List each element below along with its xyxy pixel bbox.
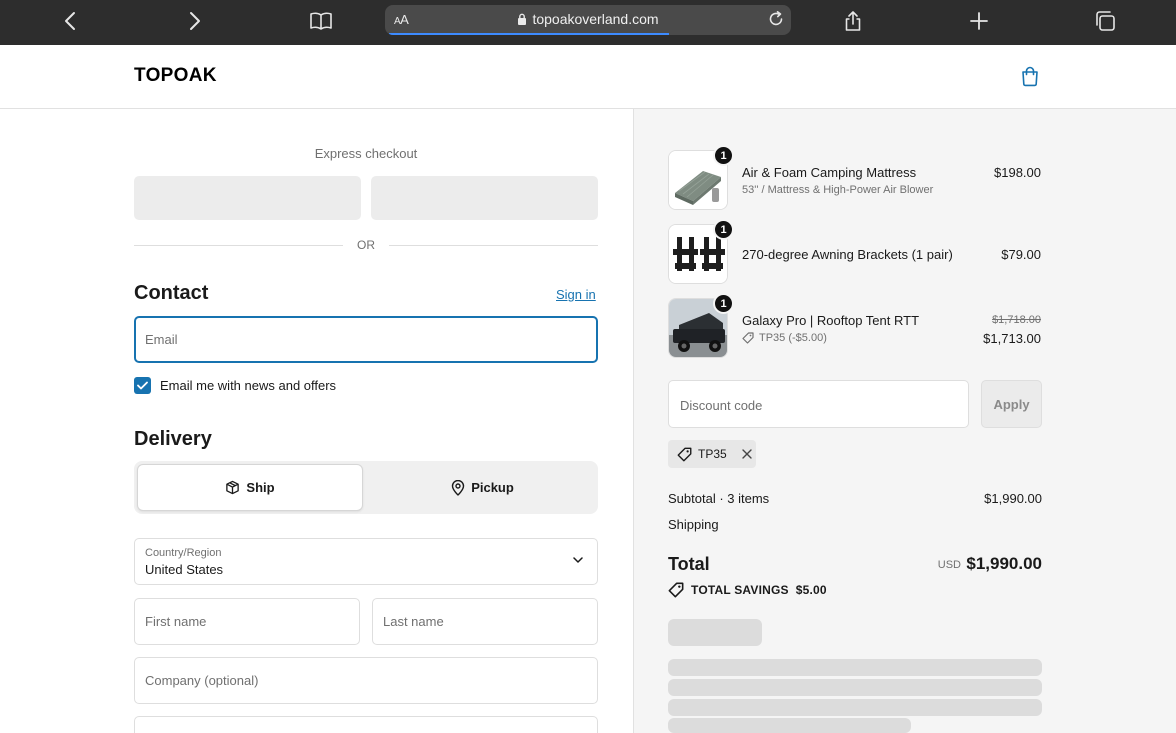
express-checkout-label: Express checkout [314,146,418,161]
page-load-progress [389,33,669,35]
pickup-option[interactable]: Pickup [370,464,595,511]
plus-icon [970,12,988,30]
last-name-field[interactable]: Last name [372,598,598,645]
country-select[interactable]: Country/Region United States [134,538,598,585]
email-field[interactable]: Email [134,316,598,363]
applied-code: TP35 [698,447,727,461]
delivery-method-toggle: Ship Pickup [134,461,598,514]
chevron-down-icon [573,557,583,563]
new-tab-button[interactable] [964,8,994,34]
chevron-left-icon [65,12,75,30]
ship-option[interactable]: Ship [137,464,363,511]
delivery-heading: Delivery [134,428,212,450]
item-name: Galaxy Pro | Rooftop Tent RTT [742,313,920,328]
item-original-price: $1,718.00 [992,314,1041,326]
first-name-field[interactable]: First name [134,598,360,645]
currency-code: USD [937,559,961,571]
lock-icon [518,13,527,25]
company-field[interactable]: Company (optional) [134,657,598,704]
divider-line-right [389,245,598,246]
tabs-icon [1096,11,1115,31]
subtotal-row: Subtotal · 3 items $1,990.00 [668,491,1042,506]
close-icon[interactable] [741,449,752,459]
email-placeholder: Email [145,332,178,347]
item-name: Air & Foam Camping Mattress [742,165,917,180]
quantity-badge: 1 [713,219,734,240]
express-pay-button-2[interactable] [371,176,598,220]
discount-code-field[interactable]: Discount code [668,380,969,428]
or-divider: OR [134,238,598,254]
address-field[interactable] [134,716,598,733]
news-opt-in-label[interactable]: Email me with news and offers [160,378,336,393]
tag-icon [677,447,692,461]
url-text: topoakoverland.com [532,11,659,27]
item-price: $79.00 [1001,247,1041,262]
subtotal-label: Subtotal · 3 items [668,491,770,506]
country-label: Country/Region [145,547,222,559]
item-price: $1,713.00 [983,331,1041,346]
reload-icon[interactable] [767,10,785,28]
tabs-button[interactable] [1090,8,1120,34]
chevron-right-icon [190,12,200,30]
sign-in-link[interactable]: Sign in [556,287,596,302]
item-name: 270-degree Awning Brackets (1 pair) [742,247,953,262]
savings-value: $5.00 [795,583,827,597]
apply-discount-button[interactable]: Apply [981,380,1042,428]
item-discount-text: TP35 (-$5.00) [759,332,827,344]
total-value: $1,990.00 [966,554,1042,573]
cart-button[interactable] [1019,65,1041,92]
bookmarks-button[interactable] [306,8,336,34]
store-logo[interactable]: TOPOAK [134,65,217,87]
loading-skeleton [668,718,911,733]
contact-heading: Contact [134,282,209,304]
total-row: Total USD $1,990.00 [668,553,1042,577]
discount-placeholder: Discount code [680,398,763,413]
loading-skeleton [668,619,762,646]
book-icon [310,12,332,30]
tag-icon [668,582,684,598]
loading-skeleton [668,699,1042,716]
forward-button[interactable] [180,8,210,34]
shipping-row: Shipping [668,517,1042,532]
express-pay-button-1[interactable] [134,176,361,220]
company-placeholder: Company (optional) [145,673,259,688]
subtotal-value: $1,990.00 [984,491,1042,506]
share-icon [845,11,861,31]
savings-label: TOTAL SAVINGS [691,583,789,597]
ship-option-label: Ship [246,480,275,495]
share-button[interactable] [838,8,868,34]
item-discount: TP35 (-$5.00) [742,332,827,344]
last-name-placeholder: Last name [383,614,444,629]
package-icon [226,480,240,495]
applied-discount-chip: TP35 [668,440,756,468]
loading-skeleton [668,659,1042,676]
back-button[interactable] [55,8,85,34]
location-pin-icon [451,479,465,496]
loading-skeleton [668,679,1042,696]
shopping-bag-icon [1022,66,1038,87]
shipping-label: Shipping [668,517,719,532]
total-label: Total [668,554,710,574]
tag-icon [742,332,754,344]
quantity-badge: 1 [713,293,734,314]
quantity-badge: 1 [713,145,734,166]
pickup-option-label: Pickup [471,480,514,495]
country-value: United States [145,562,224,577]
checkmark-icon [137,381,148,390]
store-header: TOPOAK [0,45,1176,109]
item-variant: 53'' / Mattress & High-Power Air Blower [742,184,934,196]
total-savings-row: TOTAL SAVINGS $5.00 [668,582,827,598]
item-price: $198.00 [994,165,1041,180]
address-bar[interactable]: AA topoakoverland.com [385,5,791,35]
news-opt-in-checkbox[interactable] [134,377,151,394]
browser-toolbar: AA topoakoverland.com [0,0,1176,45]
first-name-placeholder: First name [145,614,207,629]
